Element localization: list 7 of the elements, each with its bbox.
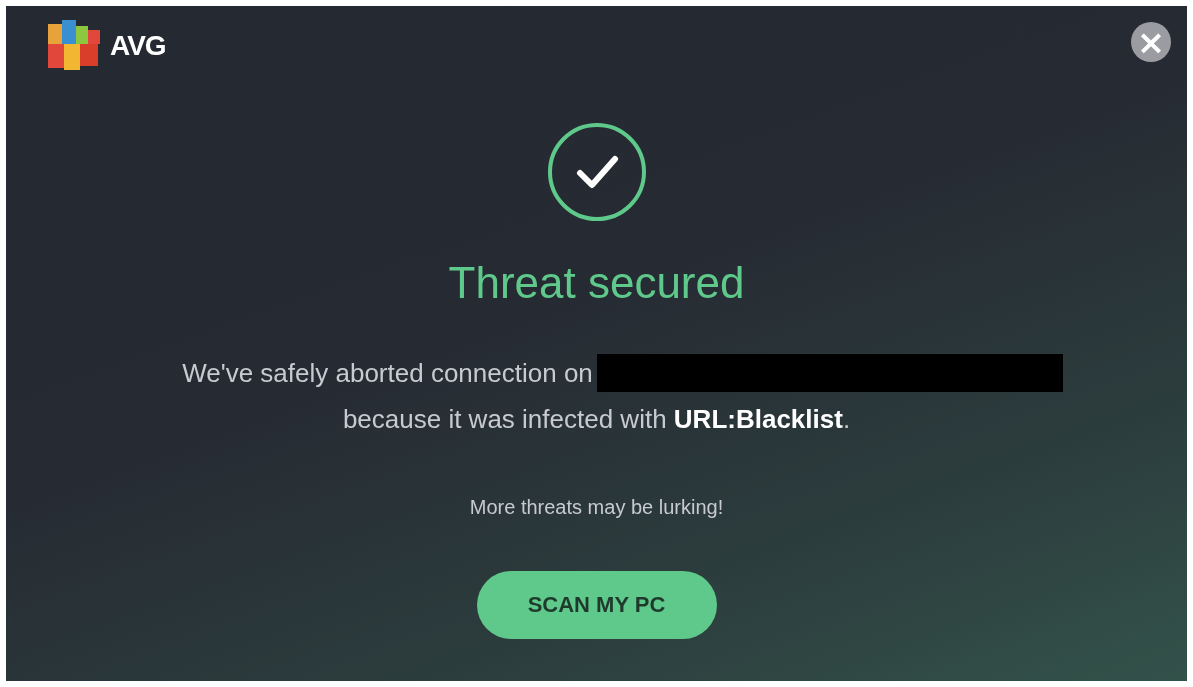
message-text: because it was infected with URL:Blacklist. xyxy=(342,403,851,435)
message-text: We've safely aborted connection on xyxy=(182,357,593,389)
check-circle-icon xyxy=(546,122,647,222)
title: Threat secured xyxy=(448,258,745,308)
note-text: More threats may be lurking! xyxy=(469,496,724,519)
scan-button[interactable]: SCAN MY PC xyxy=(476,571,717,639)
brand-name: AVG xyxy=(110,30,166,62)
